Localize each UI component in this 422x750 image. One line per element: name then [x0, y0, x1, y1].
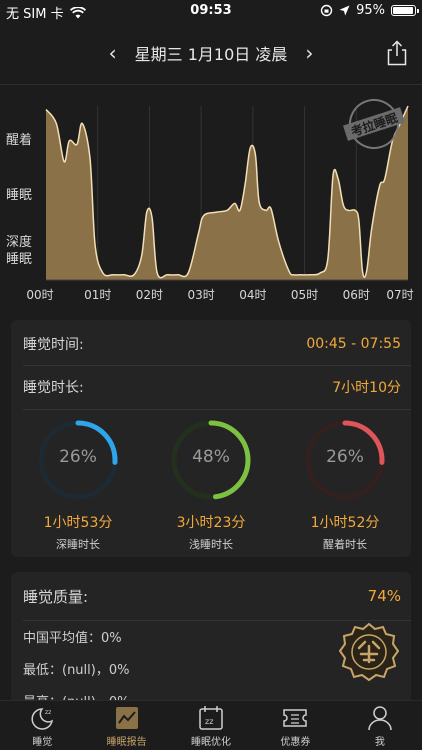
sleep-quality-card: 睡觉质量: 74% 中国平均值：0% 最低：(null)，0% 最高：(null…	[11, 572, 411, 700]
status-bar: 无 SIM 卡 09:53 95%	[0, 0, 422, 22]
location-icon	[339, 5, 350, 16]
share-icon[interactable]	[386, 40, 408, 66]
sleep-rings: 26% 1小时53分 深睡时长 48% 3小时23分 浅睡时长 26% 1小时5…	[11, 418, 411, 553]
ring-awake: 26% 1小时52分 醒着时长	[300, 418, 390, 552]
quality-min: 最低：(null)，0%	[23, 663, 130, 678]
quality-label: 睡觉质量:	[23, 587, 89, 606]
quality-value: 74%	[367, 587, 401, 605]
tab-coupon[interactable]: 优惠券	[253, 701, 337, 750]
ring-percent: 26%	[326, 447, 364, 467]
x-tick-label: 05时	[291, 288, 318, 302]
ring-light-sleep: 48% 3小时23分 浅睡时长	[166, 418, 256, 552]
tab-bar: zz 睡觉 睡眠报告 zz 睡眠优化 优惠券 我	[0, 700, 422, 750]
sleep-time-label: 睡觉时间:	[23, 337, 84, 353]
tab-me[interactable]: 我	[338, 701, 422, 750]
battery-percent: 95%	[356, 3, 385, 18]
quality-max: 最高：(null)，0%	[23, 691, 129, 700]
report-chart-icon	[115, 707, 138, 729]
ring-duration: 1小时53分	[43, 515, 113, 531]
x-tick-label: 03时	[188, 288, 215, 302]
date-title: 星期三 1月10日 凌晨	[134, 45, 288, 64]
tab-label: 睡眠报告	[106, 737, 147, 748]
ring-percent: 48%	[192, 447, 230, 467]
ring-duration: 3小时23分	[176, 515, 246, 531]
sleep-summary-card: 睡觉时间: 00:45 - 07:55 睡觉时长: 7小时10分 26% 1小时…	[11, 320, 411, 557]
sleep-time-row: 睡觉时间: 00:45 - 07:55	[11, 322, 411, 366]
x-tick-label: 06时	[343, 288, 370, 302]
x-tick-label: 00时	[26, 288, 53, 302]
sleep-time-value: 00:45 - 07:55	[306, 336, 401, 352]
ring-deep-sleep: 26% 1小时53分 深睡时长	[33, 418, 123, 552]
chevron-left-icon[interactable]: ‹	[109, 43, 117, 63]
sleep-duration-row: 睡觉时长: 7小时10分	[11, 365, 411, 409]
tab-label: 睡眠优化	[191, 737, 232, 748]
sleep-duration-value: 7小时10分	[332, 380, 401, 396]
sleep-duration-label: 睡觉时长:	[23, 380, 84, 396]
ring-caption: 醒着时长	[323, 538, 367, 551]
quality-row: 睡觉质量: 74%	[11, 572, 411, 620]
x-tick-label: 01时	[84, 288, 111, 302]
tab-sleep[interactable]: zz 睡觉	[0, 701, 84, 750]
ring-duration: 1小时52分	[310, 515, 380, 531]
quality-medal-icon[interactable]	[339, 622, 399, 682]
chevron-right-icon[interactable]: ›	[305, 43, 313, 63]
sleep-chart: 醒着 睡眠 深度睡眠 00时 01时 02时 03时 04时 05时 06时 07时 考拉睡眠	[0, 92, 422, 307]
x-tick-label: 04时	[239, 288, 266, 302]
rotation-lock-icon	[320, 4, 333, 17]
ring-caption: 浅睡时长	[189, 538, 233, 551]
tab-label: 优惠券	[280, 737, 311, 748]
row-divider	[23, 620, 411, 621]
tab-sleep-report[interactable]: 睡眠报告	[84, 701, 168, 750]
svg-text:zz: zz	[45, 709, 51, 716]
x-tick-label: 02时	[136, 288, 163, 302]
battery-icon	[391, 5, 419, 16]
coupon-icon	[283, 709, 308, 727]
x-tick-label: 07时	[386, 288, 413, 302]
tab-sleep-optimize[interactable]: zz 睡眠优化	[169, 701, 253, 750]
svg-text:zz: zz	[205, 717, 213, 726]
ring-percent: 26%	[59, 447, 97, 467]
date-header: ‹ 星期三 1月10日 凌晨 ›	[0, 22, 422, 85]
person-icon	[368, 706, 392, 731]
row-divider	[23, 409, 411, 410]
chart-plot: 00时 01时 02时 03时 04时 05时 06时 07时考拉睡眠	[26, 99, 414, 302]
moon-sleep-icon: zz	[31, 708, 54, 730]
quality-average: 中国平均值：0%	[23, 631, 122, 646]
tab-label: 我	[374, 737, 385, 748]
calendar-sleep-icon: zz	[199, 706, 223, 730]
tab-label: 睡觉	[32, 737, 53, 748]
ring-caption: 深睡时长	[56, 538, 100, 551]
